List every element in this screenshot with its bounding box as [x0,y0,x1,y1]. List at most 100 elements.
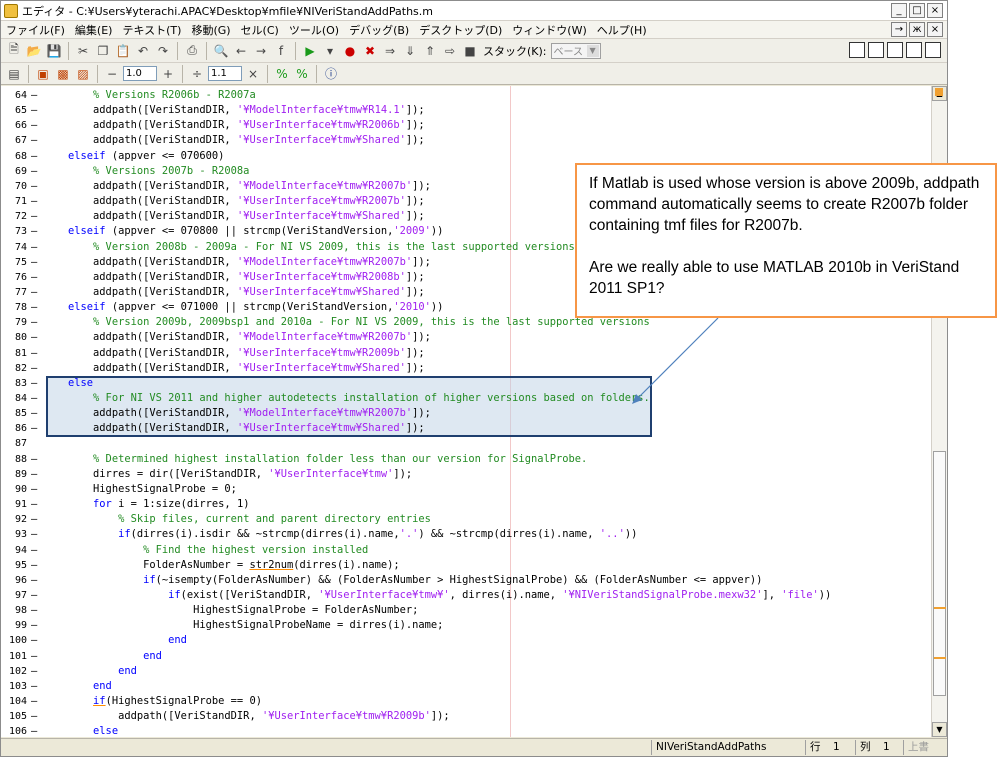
menu-tools[interactable]: ツール(O) [284,22,344,38]
menu-help[interactable]: ヘルプ(H) [592,22,652,38]
divide-button[interactable]: ÷ [188,65,206,83]
code-line[interactable]: 86– addpath([VeriStandDIR, '¥UserInterfa… [1,421,931,436]
code-line[interactable]: 89– dirres = dir([VeriStandDIR, '¥UserIn… [1,467,931,482]
print-icon[interactable]: ⎙ [183,42,201,60]
breakpoint-gutter[interactable]: – [31,709,37,724]
code-line[interactable]: 105– addpath([VeriStandDIR, '¥UserInterf… [1,709,931,724]
breakpoint-gutter[interactable]: – [31,300,37,315]
step-in-icon[interactable]: ⇓ [401,42,419,60]
breakpoint-gutter[interactable]: – [31,603,37,618]
undo-icon[interactable]: ↶ [134,42,152,60]
cut-icon[interactable]: ✂ [74,42,92,60]
breakpoint-gutter[interactable]: – [31,482,37,497]
breakpoint-gutter[interactable]: – [31,679,37,694]
comment-cells-icon[interactable]: % [273,65,291,83]
code-line[interactable]: 90– HighestSignalProbe = 0; [1,482,931,497]
paste-icon[interactable]: 📋 [114,42,132,60]
cell-mode-icon[interactable]: ▤ [5,65,23,83]
breakpoint-gutter[interactable]: – [31,270,37,285]
breakpoint-gutter[interactable]: – [31,618,37,633]
breakpoint-gutter[interactable]: – [31,255,37,270]
breakpoint-gutter[interactable]: – [31,330,37,345]
breakpoint-gutter[interactable]: – [31,497,37,512]
eval-cell-icon[interactable]: ▩ [54,65,72,83]
breakpoint-gutter[interactable]: – [31,209,37,224]
breakpoint-gutter[interactable]: – [31,285,37,300]
breakpoint-gutter[interactable]: – [31,406,37,421]
code-line[interactable]: 95– FolderAsNumber = str2num(dirres(i).n… [1,558,931,573]
function-icon[interactable]: f [272,42,290,60]
undock-button[interactable]: → [891,22,907,37]
tile-grid-icon[interactable] [849,42,865,58]
code-line[interactable]: 84– % For NI VS 2011 and higher autodete… [1,391,931,406]
redo-icon[interactable]: ↷ [154,42,172,60]
insert-cell-icon[interactable]: ▣ [34,65,52,83]
float-icon[interactable] [906,42,922,58]
menu-cell[interactable]: セル(C) [236,22,284,38]
mlint-marker[interactable] [934,657,946,659]
scroll-down-icon[interactable]: ▼ [932,722,947,737]
breakpoint-gutter[interactable]: – [31,543,37,558]
multiply-button[interactable]: × [244,65,262,83]
mlint-marker[interactable] [934,607,946,609]
save-icon[interactable]: 💾 [45,42,63,60]
find-icon[interactable]: 🔍 [212,42,230,60]
code-line[interactable]: 67– addpath([VeriStandDIR, '¥UserInterfa… [1,133,931,148]
breakpoint-gutter[interactable]: – [31,133,37,148]
scroll-thumb[interactable] [933,451,946,696]
close-button[interactable]: × [927,3,943,18]
code-line[interactable]: 85– addpath([VeriStandDIR, '¥ModelInterf… [1,406,931,421]
copy-icon[interactable]: ❐ [94,42,112,60]
maximize-button[interactable]: □ [909,3,925,18]
code-line[interactable]: 83– else [1,376,931,391]
breakpoint-gutter[interactable]: – [31,103,37,118]
breakpoint-gutter[interactable]: – [31,633,37,648]
tile-columns-icon[interactable] [868,42,884,58]
forward-icon[interactable]: → [252,42,270,60]
dock-button[interactable]: ж [909,22,925,37]
menu-window[interactable]: ウィンドウ(W) [507,22,591,38]
breakpoint-gutter[interactable]: – [31,558,37,573]
code-line[interactable]: 91– for i = 1:size(dirres, 1) [1,497,931,512]
step-out-icon[interactable]: ⇑ [421,42,439,60]
breakpoint-gutter[interactable]: – [31,240,37,255]
breakpoint-gutter[interactable]: – [31,512,37,527]
mlint-status-icon[interactable] [935,88,943,96]
breakpoint-gutter[interactable]: – [31,664,37,679]
new-file-icon[interactable]: 🗎 [5,42,23,60]
code-line[interactable]: 101– end [1,649,931,664]
code-line[interactable]: 64– % Versions R2006b - R2007a [1,88,931,103]
breakpoint-gutter[interactable]: – [31,118,37,133]
code-line[interactable]: 92– % Skip files, current and parent dir… [1,512,931,527]
back-icon[interactable]: ← [232,42,250,60]
clear-breakpoints-icon[interactable]: ✖ [361,42,379,60]
code-line[interactable]: 65– addpath([VeriStandDIR, '¥ModelInterf… [1,103,931,118]
breakpoint-gutter[interactable]: – [31,194,37,209]
breakpoint-gutter[interactable]: – [31,649,37,664]
decrement-button[interactable]: − [103,65,121,83]
breakpoint-gutter[interactable]: – [31,452,37,467]
continue-icon[interactable]: ⇨ [441,42,459,60]
breakpoint-gutter[interactable]: – [31,346,37,361]
maximize-doc-icon[interactable] [925,42,941,58]
code-line[interactable]: 82– addpath([VeriStandDIR, '¥UserInterfa… [1,361,931,376]
eval-advance-icon[interactable]: ▨ [74,65,92,83]
exit-debug-icon[interactable]: ■ [461,42,479,60]
breakpoint-gutter[interactable]: – [31,179,37,194]
minimize-button[interactable]: _ [891,3,907,18]
run-icon[interactable]: ▶ [301,42,319,60]
code-line[interactable]: 106– else [1,724,931,737]
breakpoint-gutter[interactable]: – [31,315,37,330]
code-line[interactable]: 103– end [1,679,931,694]
code-line[interactable]: 66– addpath([VeriStandDIR, '¥UserInterfa… [1,118,931,133]
menu-file[interactable]: ファイル(F) [1,22,70,38]
menu-debug[interactable]: デバッグ(B) [344,22,414,38]
increment-button[interactable]: + [159,65,177,83]
code-line[interactable]: 99– HighestSignalProbeName = dirres(i).n… [1,618,931,633]
menu-edit[interactable]: 編集(E) [70,22,118,38]
scale-field[interactable]: 1.1 [208,66,242,81]
dropdown-icon[interactable]: ▾ [321,42,339,60]
code-line[interactable]: 94– % Find the highest version installed [1,543,931,558]
breakpoint-gutter[interactable]: – [31,376,37,391]
code-line[interactable]: 98– HighestSignalProbe = FolderAsNumber; [1,603,931,618]
